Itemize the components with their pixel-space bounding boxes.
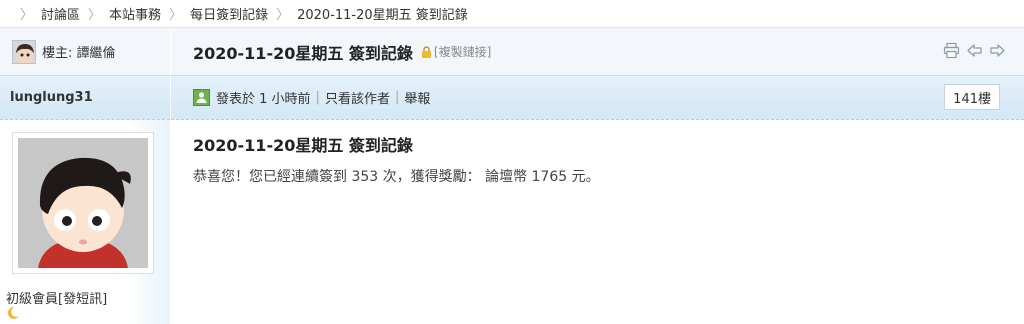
- online-status-icon: [193, 89, 210, 106]
- rank-label: 初級會員: [6, 292, 59, 307]
- post-meta-bar: 發表於 1 小時前 | 只看該作者 | 舉報 141樓: [171, 76, 1024, 120]
- host-label[interactable]: 樓主: 譚繼倫: [42, 42, 116, 61]
- post-column: 2020-11-20星期五 簽到記錄 [複製鏈接] 發表於 1 小時前 | 只看…: [171, 28, 1024, 324]
- breadcrumb: 〉討論區 〉本站事務 〉每日簽到記錄 〉 2020-11-20星期五 簽到記錄: [0, 0, 1024, 28]
- breadcrumb-link[interactable]: 本站事務: [109, 4, 161, 23]
- thread-title: 2020-11-20星期五 簽到記錄: [193, 43, 413, 63]
- prev-thread-icon[interactable]: [966, 42, 983, 59]
- host-avatar[interactable]: [12, 39, 36, 64]
- chevron-right-icon: 〉: [169, 8, 183, 23]
- only-author-link[interactable]: 只看該作者: [325, 88, 390, 107]
- breadcrumb-item-forum[interactable]: 〉討論區: [12, 4, 80, 23]
- post-title: 2020-11-20星期五 簽到記錄: [193, 136, 413, 155]
- thread-header: 2020-11-20星期五 簽到記錄 [複製鏈接]: [171, 28, 1024, 76]
- post-content: 恭喜您！您已經連續簽到 353 次，獲得獎勵： 論壇幣 1765 元。: [193, 169, 600, 185]
- copy-link-button[interactable]: [複製鏈接]: [434, 43, 491, 60]
- author-bar: lunglung31: [0, 76, 170, 120]
- member-rank: 初級會員[發短訊]: [6, 288, 107, 307]
- chevron-right-icon: 〉: [88, 8, 102, 23]
- breadcrumb-item-daily-checkin[interactable]: 〉每日簽到記錄: [161, 4, 268, 23]
- chevron-right-icon: 〉: [276, 8, 290, 23]
- crescent-moon-icon: [6, 306, 20, 320]
- separator: |: [394, 90, 400, 105]
- lock-icon: [421, 45, 432, 58]
- floor-number[interactable]: 141樓: [944, 84, 1000, 110]
- author-avatar[interactable]: [12, 132, 154, 274]
- chevron-right-icon: 〉: [20, 8, 34, 23]
- author-column: 樓主: 譚繼倫 lunglung31 初級會員[發短訊]: [0, 28, 170, 324]
- author-name[interactable]: lunglung31: [10, 90, 93, 105]
- author-profile: 初級會員[發短訊]: [0, 120, 170, 324]
- post-body: 2020-11-20星期五 簽到記錄 恭喜您！您已經連續簽到 353 次，獲得獎…: [171, 120, 1024, 324]
- next-thread-icon[interactable]: [989, 42, 1006, 59]
- thread-tools: [943, 42, 1006, 59]
- send-pm-link[interactable]: [發短訊]: [58, 292, 107, 307]
- breadcrumb-item-site-affairs[interactable]: 〉本站事務: [80, 4, 161, 23]
- breadcrumb-item-current: 〉 2020-11-20星期五 簽到記錄: [268, 4, 468, 23]
- report-link[interactable]: 舉報: [404, 88, 430, 107]
- post-time: 發表於 1 小時前: [216, 92, 311, 107]
- print-icon[interactable]: [943, 42, 960, 59]
- breadcrumb-link[interactable]: 討論區: [41, 4, 80, 23]
- breadcrumb-current-label: 2020-11-20星期五 簽到記錄: [297, 8, 468, 23]
- separator: |: [315, 90, 320, 105]
- breadcrumb-link[interactable]: 每日簽到記錄: [190, 4, 268, 23]
- thread-host: 樓主: 譚繼倫: [0, 28, 170, 76]
